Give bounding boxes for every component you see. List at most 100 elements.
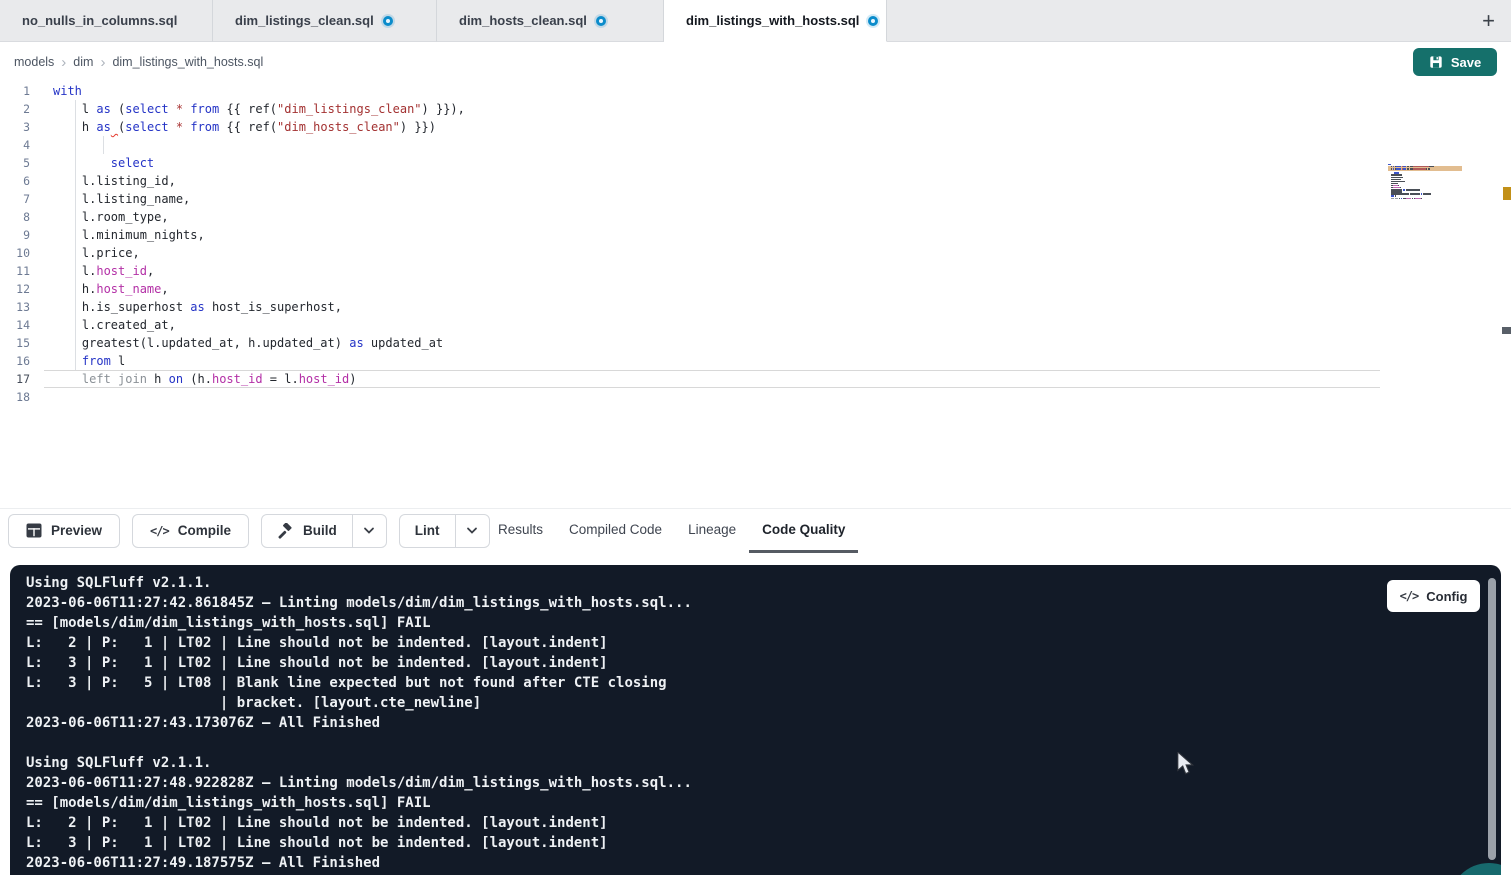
code-text: l.created_at, bbox=[53, 316, 176, 334]
line-number: 8 bbox=[0, 208, 30, 226]
build-dropdown-button[interactable] bbox=[352, 515, 386, 547]
line-number: 18 bbox=[0, 388, 30, 406]
code-text: h.host_name, bbox=[53, 280, 169, 298]
breadcrumb: models›dim›dim_listings_with_hosts.sql bbox=[14, 54, 263, 71]
overview-ruler-position-marker[interactable] bbox=[1502, 327, 1511, 334]
code-text: l.listing_name, bbox=[53, 190, 190, 208]
tab-results[interactable]: Results bbox=[485, 509, 556, 553]
line-number: 15 bbox=[0, 334, 30, 352]
result-tab-group: ResultsCompiled CodeLineageCode Quality bbox=[485, 509, 858, 553]
line-number: 2 bbox=[0, 100, 30, 118]
code-text: l as (select * from {{ ref("dim_listings… bbox=[53, 100, 465, 118]
line-number: 1 bbox=[0, 82, 30, 100]
code-line-18[interactable]: 18 bbox=[0, 388, 1380, 406]
compile-button[interactable]: </> Compile bbox=[132, 514, 249, 548]
save-label: Save bbox=[1451, 55, 1481, 70]
editor-tab-dim_listings_clean[interactable]: dim_listings_clean.sql bbox=[213, 0, 437, 42]
code-text: l.host_id, bbox=[53, 262, 154, 280]
tab-label: dim_listings_with_hosts.sql bbox=[686, 13, 859, 28]
tab-bar: no_nulls_in_columns.sql dim_listings_clea… bbox=[0, 0, 1511, 42]
config-button[interactable]: </> Config bbox=[1387, 580, 1480, 612]
code-line-12[interactable]: 12 h.host_name, bbox=[0, 280, 1380, 298]
new-tab-button[interactable]: + bbox=[1482, 10, 1495, 32]
editor-tab-no_nulls_in_columns[interactable]: no_nulls_in_columns.sql bbox=[0, 0, 213, 42]
dbt-ide-window: no_nulls_in_columns.sql dim_listings_clea… bbox=[0, 0, 1511, 875]
code-text: select bbox=[53, 154, 154, 172]
lint-split-button: Lint bbox=[399, 514, 490, 548]
editor-tab-dim_hosts_clean[interactable]: dim_hosts_clean.sql bbox=[437, 0, 664, 42]
code-text: l.room_type, bbox=[53, 208, 169, 226]
hammer-icon bbox=[277, 523, 294, 539]
code-text: left join h on (h.host_id = l.host_id) bbox=[53, 370, 357, 388]
line-number: 12 bbox=[0, 280, 30, 298]
chevron-right-icon: › bbox=[93, 54, 112, 71]
code-line-13[interactable]: 13 h.is_superhost as host_is_superhost, bbox=[0, 298, 1380, 316]
line-number: 11 bbox=[0, 262, 30, 280]
code-editor[interactable]: 1with2 l as (select * from {{ ref("dim_l… bbox=[0, 82, 1511, 508]
code-line-2[interactable]: 2 l as (select * from {{ ref("dim_listin… bbox=[0, 100, 1380, 118]
table-icon bbox=[26, 523, 42, 538]
code-text: l.listing_id, bbox=[53, 172, 176, 190]
code-line-16[interactable]: 16 from l bbox=[0, 352, 1380, 370]
unsaved-changes-icon bbox=[596, 16, 606, 26]
preview-button[interactable]: Preview bbox=[8, 514, 120, 548]
code-text: greatest(l.updated_at, h.updated_at) as … bbox=[53, 334, 443, 352]
code-icon: </> bbox=[1400, 589, 1419, 603]
unsaved-changes-icon bbox=[383, 16, 393, 26]
code-icon: </> bbox=[150, 524, 169, 538]
code-text: l.minimum_nights, bbox=[53, 226, 205, 244]
tab-label: no_nulls_in_columns.sql bbox=[22, 13, 177, 28]
save-button[interactable]: Save bbox=[1413, 48, 1497, 76]
line-number: 9 bbox=[0, 226, 30, 244]
tab-lineage[interactable]: Lineage bbox=[675, 509, 749, 553]
code-text: l.price, bbox=[53, 244, 140, 262]
line-number: 16 bbox=[0, 352, 30, 370]
preview-label: Preview bbox=[51, 523, 102, 538]
code-line-1[interactable]: 1 with bbox=[0, 82, 1380, 100]
tab-code-quality[interactable]: Code Quality bbox=[749, 509, 858, 553]
terminal-scrollbar[interactable] bbox=[1488, 578, 1496, 860]
lint-dropdown-button[interactable] bbox=[455, 515, 489, 547]
line-number: 17 bbox=[0, 370, 30, 388]
code-line-9[interactable]: 9 l.minimum_nights, bbox=[0, 226, 1380, 244]
code-line-7[interactable]: 7 l.listing_name, bbox=[0, 190, 1380, 208]
code-line-5[interactable]: 5 select bbox=[0, 154, 1380, 172]
minimap[interactable] bbox=[1388, 164, 1462, 284]
breadcrumb-segment[interactable]: models bbox=[14, 55, 54, 69]
code-line-17[interactable]: 17 left join h on (h.host_id = l.host_id… bbox=[0, 370, 1380, 388]
chevron-down-icon bbox=[363, 527, 375, 535]
code-line-6[interactable]: 6 l.listing_id, bbox=[0, 172, 1380, 190]
breadcrumb-bar: models›dim›dim_listings_with_hosts.sql S… bbox=[0, 42, 1511, 82]
action-toolbar: Preview </> Compile Build Lint ResultsCompil… bbox=[0, 508, 1511, 552]
line-number: 3 bbox=[0, 118, 30, 136]
tab-label: dim_listings_clean.sql bbox=[235, 13, 374, 28]
chevron-down-icon bbox=[466, 527, 478, 535]
line-number: 5 bbox=[0, 154, 30, 172]
config-label: Config bbox=[1426, 589, 1467, 604]
build-label: Build bbox=[303, 523, 337, 538]
compile-label: Compile bbox=[178, 523, 231, 538]
lint-label: Lint bbox=[415, 523, 440, 538]
code-text: with bbox=[53, 82, 82, 100]
line-number: 10 bbox=[0, 244, 30, 262]
tab-compiled-code[interactable]: Compiled Code bbox=[556, 509, 675, 553]
code-line-4[interactable]: 4 bbox=[0, 136, 1380, 154]
code-line-3[interactable]: 3 h as (select * from {{ ref("dim_hosts_… bbox=[0, 118, 1380, 136]
unsaved-changes-icon bbox=[868, 16, 878, 26]
breadcrumb-segment[interactable]: dim bbox=[73, 55, 93, 69]
code-line-11[interactable]: 11 l.host_id, bbox=[0, 262, 1380, 280]
code-text: h as (select * from {{ ref("dim_hosts_cl… bbox=[53, 118, 436, 136]
chevron-right-icon: › bbox=[54, 54, 73, 71]
code-line-10[interactable]: 10 l.price, bbox=[0, 244, 1380, 262]
breadcrumb-segment[interactable]: dim_listings_with_hosts.sql bbox=[112, 55, 263, 69]
lint-button[interactable]: Lint bbox=[400, 515, 455, 547]
code-line-14[interactable]: 14 l.created_at, bbox=[0, 316, 1380, 334]
code-text: h.is_superhost as host_is_superhost, bbox=[53, 298, 342, 316]
code-line-15[interactable]: 15 greatest(l.updated_at, h.updated_at) … bbox=[0, 334, 1380, 352]
build-button[interactable]: Build bbox=[262, 515, 352, 547]
code-text: from l bbox=[53, 352, 125, 370]
editor-tab-dim_listings_with_hosts[interactable]: dim_listings_with_hosts.sql bbox=[664, 0, 887, 42]
code-line-8[interactable]: 8 l.room_type, bbox=[0, 208, 1380, 226]
help-bubble-button[interactable] bbox=[1449, 863, 1501, 875]
line-number: 14 bbox=[0, 316, 30, 334]
